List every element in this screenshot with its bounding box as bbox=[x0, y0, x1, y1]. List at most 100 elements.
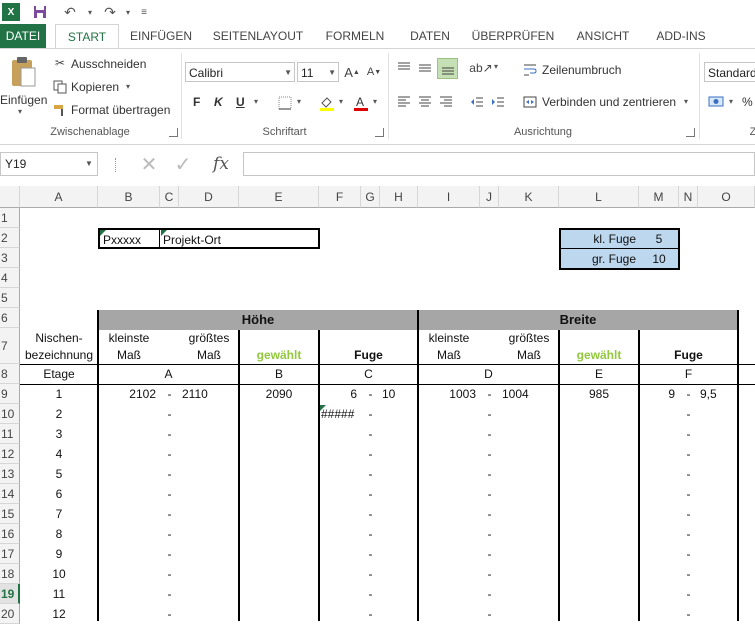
column-header-k[interactable]: K bbox=[499, 186, 559, 208]
format-painter-button[interactable]: Format übertragen bbox=[71, 103, 170, 117]
dash-cell[interactable]: - bbox=[480, 585, 499, 604]
copy-button[interactable]: Kopieren bbox=[71, 80, 119, 94]
dash-cell[interactable]: - bbox=[361, 505, 380, 524]
dash-cell[interactable]: - bbox=[160, 605, 179, 621]
font-launcher-icon[interactable] bbox=[375, 128, 384, 137]
wrap-text-icon[interactable] bbox=[522, 62, 538, 78]
row-header-6[interactable]: 6 bbox=[0, 308, 20, 328]
row-header-20[interactable]: 20 bbox=[0, 604, 20, 624]
gr-fuge-value[interactable]: 10 bbox=[639, 250, 679, 268]
breite-max-cell[interactable]: 1004 bbox=[499, 385, 559, 404]
increase-indent-icon[interactable] bbox=[489, 93, 507, 111]
font-color-icon[interactable]: A bbox=[352, 94, 370, 112]
column-header-j[interactable]: J bbox=[480, 186, 499, 208]
dash-cell[interactable]: - bbox=[160, 465, 179, 484]
currency-dropdown-icon[interactable]: ▾ bbox=[729, 97, 733, 106]
etage-cell[interactable]: 10 bbox=[20, 565, 98, 584]
currency-format-icon[interactable] bbox=[706, 93, 728, 111]
dash-cell[interactable]: - bbox=[361, 545, 380, 564]
dash-cell[interactable]: - bbox=[679, 405, 698, 424]
tab-datei[interactable]: DATEI bbox=[0, 24, 46, 48]
row-header-7[interactable]: 7 bbox=[0, 328, 20, 364]
undo-dropdown-icon[interactable]: ▾ bbox=[80, 2, 100, 22]
font-color-dropdown-icon[interactable]: ▾ bbox=[373, 97, 377, 106]
row-header-17[interactable]: 17 bbox=[0, 544, 20, 564]
dash-cell[interactable]: - bbox=[679, 525, 698, 544]
etage-cell[interactable]: 1 bbox=[20, 385, 98, 404]
cut-button[interactable]: Ausschneiden bbox=[71, 57, 146, 71]
dash-cell[interactable]: - bbox=[480, 545, 499, 564]
row-header-2[interactable]: 2 bbox=[0, 228, 20, 248]
etage-cell[interactable]: 2 bbox=[20, 405, 98, 424]
wrap-text-button[interactable]: Zeilenumbruch bbox=[542, 63, 621, 77]
dash-cell[interactable]: - bbox=[361, 565, 380, 584]
dash-cell[interactable]: - bbox=[361, 605, 380, 621]
etage-cell[interactable]: 11 bbox=[20, 585, 98, 604]
dash-cell[interactable]: - bbox=[679, 425, 698, 444]
dash-cell[interactable]: - bbox=[361, 425, 380, 444]
dash-cell[interactable]: - bbox=[361, 445, 380, 464]
decrease-indent-icon[interactable] bbox=[468, 93, 486, 111]
row-header-12[interactable]: 12 bbox=[0, 444, 20, 464]
row-header-18[interactable]: 18 bbox=[0, 564, 20, 584]
font-name-select[interactable]: Calibri ▼ bbox=[185, 62, 295, 82]
dash-cell[interactable]: - bbox=[679, 505, 698, 524]
etage-cell[interactable]: 3 bbox=[20, 425, 98, 444]
dash-cell[interactable]: - bbox=[160, 585, 179, 604]
dash-cell[interactable]: - bbox=[480, 485, 499, 504]
cut-icon[interactable]: ✂ bbox=[52, 55, 68, 71]
orientation-dropdown-icon[interactable]: ▾ bbox=[494, 62, 498, 71]
align-center-icon[interactable] bbox=[416, 93, 434, 111]
align-bottom-icon[interactable] bbox=[437, 58, 458, 79]
dash-cell[interactable]: - bbox=[160, 525, 179, 544]
dash-cell[interactable]: - bbox=[361, 585, 380, 604]
dash-cell[interactable]: - bbox=[160, 385, 179, 404]
merge-dropdown-icon[interactable]: ▾ bbox=[684, 97, 688, 106]
row-header-11[interactable]: 11 bbox=[0, 424, 20, 444]
dash-cell[interactable]: - bbox=[679, 385, 698, 404]
etage-cell[interactable]: 7 bbox=[20, 505, 98, 524]
dash-cell[interactable]: - bbox=[679, 465, 698, 484]
row-header-13[interactable]: 13 bbox=[0, 464, 20, 484]
column-header-f[interactable]: F bbox=[319, 186, 361, 208]
dash-cell[interactable]: - bbox=[361, 485, 380, 504]
row-header-9[interactable]: 9 bbox=[0, 384, 20, 404]
enter-icon[interactable]: ✓ bbox=[170, 152, 196, 176]
column-header-b[interactable]: B bbox=[98, 186, 160, 208]
tab-formeln[interactable]: FORMELN bbox=[320, 24, 390, 48]
fill-color-dropdown-icon[interactable]: ▾ bbox=[339, 97, 343, 106]
underline-button[interactable]: U bbox=[236, 95, 245, 109]
select-all-corner[interactable] bbox=[0, 186, 20, 208]
undo-icon[interactable]: ↶ bbox=[60, 2, 80, 22]
bold-button[interactable]: F bbox=[193, 95, 200, 109]
dash-cell[interactable]: - bbox=[679, 485, 698, 504]
row-header-16[interactable]: 16 bbox=[0, 524, 20, 544]
dash-cell[interactable]: - bbox=[361, 385, 380, 404]
row-header-10[interactable]: 10 bbox=[0, 404, 20, 424]
fuge-hoehe-min-cell[interactable]: 6 bbox=[319, 385, 361, 404]
paste-button[interactable]: Einfügen bbox=[0, 93, 47, 107]
hoehe-gewaehlt-cell[interactable]: 2090 bbox=[239, 385, 319, 404]
breite-gewaehlt-cell[interactable]: 985 bbox=[559, 385, 639, 404]
dash-cell[interactable]: - bbox=[480, 565, 499, 584]
column-header-e[interactable]: E bbox=[239, 186, 319, 208]
dash-cell[interactable]: - bbox=[160, 405, 179, 424]
align-right-icon[interactable] bbox=[437, 93, 455, 111]
row-header-15[interactable]: 15 bbox=[0, 504, 20, 524]
merge-center-icon[interactable] bbox=[522, 94, 538, 110]
dash-cell[interactable]: - bbox=[480, 405, 499, 424]
align-left-icon[interactable] bbox=[395, 93, 413, 111]
tab-seitenlayout[interactable]: SEITENLAYOUT bbox=[208, 24, 308, 48]
column-header-o[interactable]: O bbox=[698, 186, 755, 208]
row-header-5[interactable]: 5 bbox=[0, 288, 20, 308]
etage-cell[interactable]: 4 bbox=[20, 445, 98, 464]
formula-bar-grip[interactable] bbox=[115, 158, 119, 172]
customize-qat-icon[interactable]: ≡ bbox=[134, 2, 154, 22]
shrink-font-icon[interactable]: A ▼ bbox=[365, 63, 383, 81]
column-header-a[interactable]: A bbox=[20, 186, 98, 208]
align-middle-icon[interactable] bbox=[416, 59, 434, 77]
dash-cell[interactable]: - bbox=[679, 585, 698, 604]
fuge-breite-max-cell[interactable]: 9,5 bbox=[698, 385, 737, 404]
italic-button[interactable]: K bbox=[214, 95, 223, 109]
dash-cell[interactable]: - bbox=[160, 565, 179, 584]
